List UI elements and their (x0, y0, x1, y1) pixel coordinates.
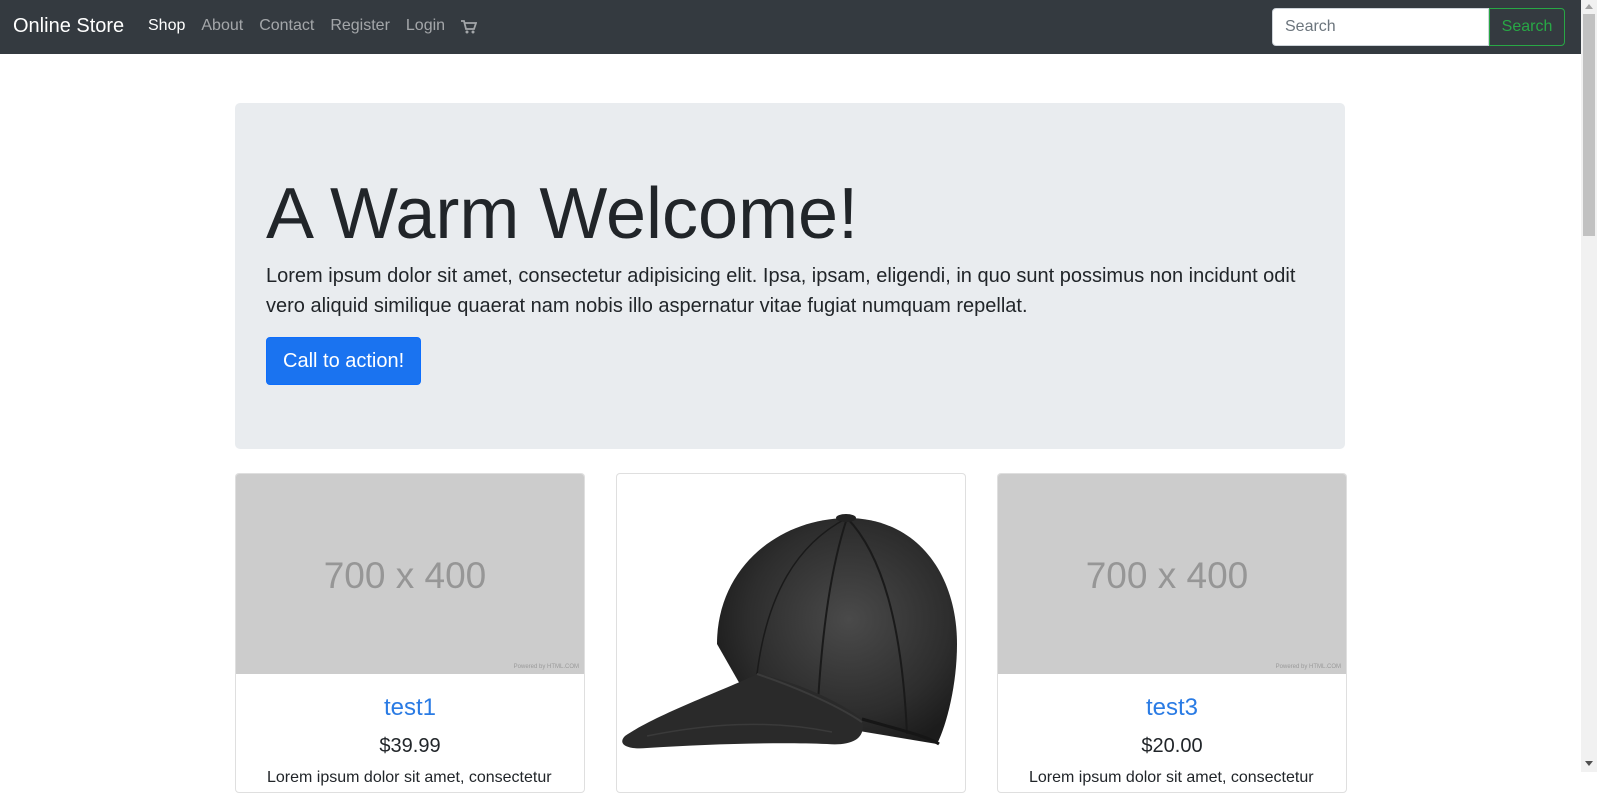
top-navbar: Online Store Shop About Contact Register… (0, 0, 1581, 54)
placeholder-size-label: 700 x 400 (1085, 555, 1249, 596)
scroll-up-arrow-icon[interactable] (1585, 4, 1593, 9)
product-image-placeholder[interactable]: 700 x 400 Powered by HTML.COM (998, 474, 1346, 674)
welcome-jumbotron: A Warm Welcome! Lorem ipsum dolor sit am… (235, 103, 1345, 449)
search-button[interactable]: Search (1489, 8, 1565, 46)
black-baseball-cap-image[interactable] (617, 474, 965, 792)
jumbotron-title: A Warm Welcome! (266, 174, 859, 254)
product-title-link[interactable]: test1 (236, 693, 584, 722)
product-price: $39.99 (379, 735, 441, 757)
brand-link[interactable]: Online Store (13, 14, 124, 38)
nav-links: Shop About Contact Register Login (148, 16, 478, 36)
product-card (616, 473, 966, 793)
shopping-cart-icon[interactable] (461, 16, 478, 36)
product-description: Lorem ipsum dolor sit amet, consectetur (267, 769, 552, 786)
product-card: 700 x 400 Powered by HTML.COM test3 $20.… (997, 473, 1347, 793)
product-price: $20.00 (1141, 735, 1203, 757)
search-input[interactable] (1272, 8, 1489, 46)
nav-link-shop[interactable]: Shop (148, 16, 185, 36)
nav-link-about[interactable]: About (201, 16, 243, 36)
placeholder-credit: Powered by HTML.COM (1275, 664, 1341, 670)
nav-link-contact[interactable]: Contact (259, 16, 314, 36)
call-to-action-button[interactable]: Call to action! (266, 337, 422, 385)
product-card: 700 x 400 Powered by HTML.COM test1 $39.… (235, 473, 585, 793)
jumbotron-lead: Lorem ipsum dolor sit amet, consectetur … (266, 265, 1296, 317)
product-description: Lorem ipsum dolor sit amet, consectetur (1029, 769, 1314, 786)
cap-icon (622, 514, 957, 749)
placeholder-size-label: 700 x 400 (323, 555, 487, 596)
scroll-thumb[interactable] (1583, 14, 1595, 236)
scroll-down-arrow-icon[interactable] (1585, 761, 1593, 766)
product-image-placeholder[interactable]: 700 x 400 Powered by HTML.COM (236, 474, 584, 674)
page-scrollbar[interactable] (1581, 0, 1597, 772)
nav-link-login[interactable]: Login (406, 16, 445, 36)
product-title-link[interactable]: test3 (998, 693, 1346, 722)
placeholder-credit: Powered by HTML.COM (513, 664, 579, 670)
nav-link-register[interactable]: Register (330, 16, 390, 36)
